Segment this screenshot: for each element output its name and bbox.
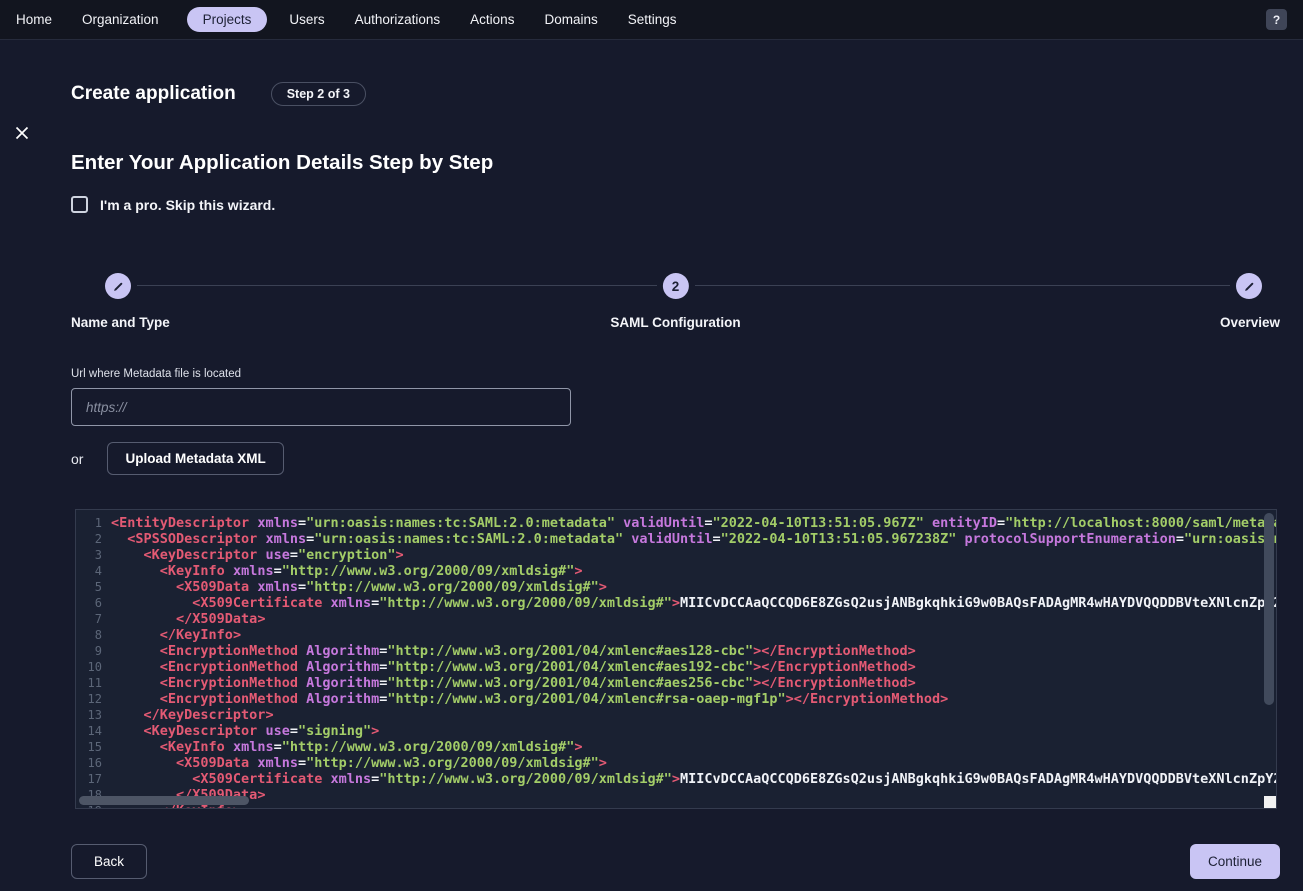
code-line: 17 <X509Certificate xmlns="http://www.w3… bbox=[82, 771, 1276, 787]
step-overview: Overview bbox=[1220, 273, 1280, 330]
top-nav: Home Organization Projects Users Authorizati… bbox=[0, 0, 1303, 40]
code-line: 16 <X509Data xmlns="http://www.w3.org/20… bbox=[82, 755, 1276, 771]
step-1-label: Name and Type bbox=[71, 315, 170, 330]
close-icon bbox=[12, 131, 32, 146]
code-line: 12 <EncryptionMethod Algorithm="http://w… bbox=[82, 691, 1276, 707]
page-title: Create application bbox=[71, 83, 236, 105]
back-button[interactable]: Back bbox=[71, 844, 147, 879]
continue-button[interactable]: Continue bbox=[1190, 844, 1280, 879]
metadata-xml-editor[interactable]: 1<EntityDescriptor xmlns="urn:oasis:name… bbox=[75, 509, 1277, 809]
close-button[interactable] bbox=[11, 123, 33, 145]
code-line: 14 <KeyDescriptor use="signing"> bbox=[82, 723, 1276, 739]
stepper-connector bbox=[695, 285, 1231, 286]
nav-item-settings[interactable]: Settings bbox=[628, 7, 677, 32]
skip-wizard-row[interactable]: I'm a pro. Skip this wizard. bbox=[71, 196, 1280, 213]
skip-wizard-label: I'm a pro. Skip this wizard. bbox=[100, 197, 275, 213]
stepper-connector bbox=[137, 285, 657, 286]
nav-item-projects[interactable]: Projects bbox=[187, 7, 268, 32]
code-line: 6 <X509Certificate xmlns="http://www.w3.… bbox=[82, 595, 1276, 611]
editor-resize-corner[interactable] bbox=[1264, 796, 1276, 808]
nav-items: Home Organization Projects Users Authorizati… bbox=[16, 7, 707, 32]
code-line: 3 <KeyDescriptor use="encryption"> bbox=[82, 547, 1276, 563]
code-line: 4 <KeyInfo xmlns="http://www.w3.org/2000… bbox=[82, 563, 1276, 579]
nav-item-domains[interactable]: Domains bbox=[544, 7, 597, 32]
step-3-indicator bbox=[1236, 273, 1262, 299]
step-badge: Step 2 of 3 bbox=[271, 82, 366, 106]
code-line: 2 <SPSSODescriptor xmlns="urn:oasis:name… bbox=[82, 531, 1276, 547]
code-line: 19 </KeyInfo> bbox=[82, 803, 1276, 809]
code-line: 5 <X509Data xmlns="http://www.w3.org/200… bbox=[82, 579, 1276, 595]
step-2-indicator: 2 bbox=[662, 273, 688, 299]
code-lines: 1<EntityDescriptor xmlns="urn:oasis:name… bbox=[76, 510, 1276, 809]
metadata-url-label: Url where Metadata file is located bbox=[71, 368, 1280, 380]
pencil-icon bbox=[1243, 280, 1256, 293]
code-line: 11 <EncryptionMethod Algorithm="http://w… bbox=[82, 675, 1276, 691]
nav-item-organization[interactable]: Organization bbox=[82, 7, 159, 32]
editor-vertical-scrollbar-thumb[interactable] bbox=[1264, 513, 1274, 705]
wizard-heading: Enter Your Application Details Step by S… bbox=[71, 151, 1280, 175]
step-1-indicator bbox=[105, 273, 131, 299]
create-application-page: Create application Step 2 of 3 Enter You… bbox=[0, 80, 1303, 879]
step-3-label: Overview bbox=[1220, 315, 1280, 330]
wizard-footer: Back Continue bbox=[71, 844, 1280, 879]
metadata-url-input[interactable] bbox=[71, 388, 571, 426]
dialog-header: Create application Step 2 of 3 bbox=[71, 80, 1280, 108]
step-saml-configuration: 2 SAML Configuration bbox=[610, 273, 740, 330]
help-button[interactable]: ? bbox=[1266, 9, 1287, 30]
editor-horizontal-scrollbar-thumb[interactable] bbox=[79, 796, 249, 805]
code-line: 18 </X509Data> bbox=[82, 787, 1276, 803]
code-line: 13 </KeyDescriptor> bbox=[82, 707, 1276, 723]
code-line: 8 </KeyInfo> bbox=[82, 627, 1276, 643]
nav-item-actions[interactable]: Actions bbox=[470, 7, 514, 32]
pencil-icon bbox=[112, 280, 125, 293]
wizard-stepper: Name and Type 2 SAML Configuration Overv… bbox=[71, 273, 1280, 331]
or-row: or Upload Metadata XML bbox=[71, 442, 1280, 475]
step-name-and-type: Name and Type bbox=[71, 273, 170, 330]
nav-item-authorizations[interactable]: Authorizations bbox=[355, 7, 441, 32]
code-line: 15 <KeyInfo xmlns="http://www.w3.org/200… bbox=[82, 739, 1276, 755]
code-line: 1<EntityDescriptor xmlns="urn:oasis:name… bbox=[82, 515, 1276, 531]
code-line: 10 <EncryptionMethod Algorithm="http://w… bbox=[82, 659, 1276, 675]
skip-wizard-checkbox[interactable] bbox=[71, 196, 88, 213]
step-2-label: SAML Configuration bbox=[610, 315, 740, 330]
code-line: 7 </X509Data> bbox=[82, 611, 1276, 627]
upload-metadata-button[interactable]: Upload Metadata XML bbox=[107, 442, 283, 475]
nav-item-home[interactable]: Home bbox=[16, 7, 52, 32]
nav-item-users[interactable]: Users bbox=[289, 7, 324, 32]
code-line: 9 <EncryptionMethod Algorithm="http://ww… bbox=[82, 643, 1276, 659]
or-label: or bbox=[71, 451, 83, 467]
